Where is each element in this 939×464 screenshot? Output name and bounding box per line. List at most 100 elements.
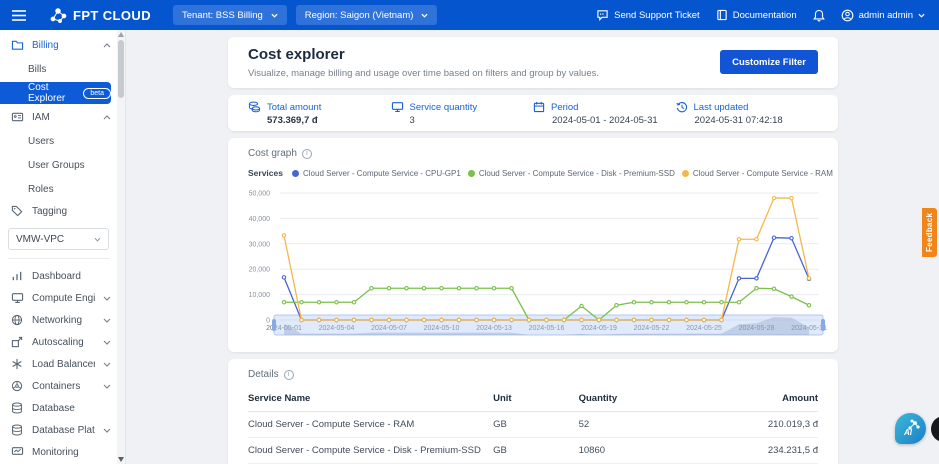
legend-dot-yellow <box>682 170 689 177</box>
stat-period: Period 2024-05-01 - 2024-05-31 <box>533 101 676 125</box>
sidebar-divider <box>8 258 109 259</box>
sidebar-item-users[interactable]: Users <box>0 130 117 152</box>
autoscaling-icon <box>10 336 24 348</box>
sidebar-item-bills[interactable]: Bills <box>0 58 117 80</box>
sidebar-item-dashboard[interactable]: Dashboard <box>0 265 117 287</box>
legend-item-disk[interactable]: Cloud Server - Compute Service - Disk - … <box>468 169 675 178</box>
cost-graph-title-row: Cost graph <box>248 148 818 159</box>
table-header-row: Service Name Unit Quantity Amount <box>248 387 818 412</box>
tenant-selector[interactable]: Tenant: BSS Billing <box>173 5 287 25</box>
coins-icon <box>248 101 261 113</box>
hamburger-menu-icon[interactable] <box>0 10 38 21</box>
edge-floating-button[interactable] <box>931 416 939 442</box>
tag-icon <box>10 205 24 217</box>
sidebar-item-autoscaling[interactable]: Autoscaling <box>0 331 117 353</box>
networking-icon <box>10 314 24 326</box>
notifications-bell-icon[interactable] <box>813 9 825 22</box>
main-content: Cost explorer Visualize, manage billing … <box>228 30 838 464</box>
sidebar-item-cost-explorer[interactable]: Cost Explorer beta <box>0 82 111 104</box>
sidebar-item-monitoring[interactable]: Monitoring <box>0 441 117 463</box>
table-row[interactable]: Cloud Server - Compute Service - Disk - … <box>248 438 818 464</box>
svg-text:30,000: 30,000 <box>249 241 271 248</box>
page-header-card: Cost explorer Visualize, manage billing … <box>228 37 838 88</box>
cost-graph-card: Cost graph Services Cloud Server - Compu… <box>228 138 838 352</box>
svg-text:20,000: 20,000 <box>249 267 271 274</box>
documentation-link[interactable]: Documentation <box>716 9 797 21</box>
caret-down-icon <box>94 237 101 242</box>
fpt-cloud-logo[interactable]: FPT CLOUD <box>50 8 151 23</box>
legend-item-ram[interactable]: Cloud Server - Compute Service - RAM <box>682 169 833 178</box>
caret-down-icon <box>271 13 278 18</box>
navbar-left: FPT CLOUD Tenant: BSS Billing Region: Sa… <box>0 5 437 25</box>
monitor-icon <box>391 101 404 113</box>
details-title: Details <box>248 369 279 380</box>
billing-icon <box>10 39 24 51</box>
dashboard-icon <box>10 270 24 282</box>
documentation-icon <box>716 9 728 21</box>
svg-text:0: 0 <box>266 318 270 325</box>
sidebar-item-database[interactable]: Database <box>0 397 117 419</box>
scroll-up-arrow[interactable] <box>118 32 124 37</box>
chart-legend: Services Cloud Server - Compute Service … <box>248 168 818 178</box>
send-support-ticket-link[interactable]: Send Support Ticket <box>596 9 700 21</box>
details-table: Service Name Unit Quantity Amount Cloud … <box>248 387 818 464</box>
brand-name: FPT CLOUD <box>73 8 151 23</box>
info-icon[interactable] <box>302 149 312 159</box>
chevron-down-icon <box>103 296 111 301</box>
containers-icon <box>10 380 24 392</box>
scrollbar-thumb[interactable] <box>118 40 124 98</box>
details-title-row: Details <box>248 369 818 380</box>
sidebar-section-billing[interactable]: Billing <box>0 34 117 56</box>
sidebar-item-containers[interactable]: Containers <box>0 375 117 397</box>
database-platform-icon <box>10 424 24 436</box>
iam-icon <box>10 111 24 123</box>
user-menu[interactable]: admin admin <box>841 9 925 22</box>
top-navbar: FPT CLOUD Tenant: BSS Billing Region: Sa… <box>0 0 939 30</box>
sidebar-section-iam[interactable]: IAM <box>0 106 117 128</box>
feedback-tab[interactable]: Feedback <box>922 208 937 257</box>
legend-dot-blue <box>292 170 299 177</box>
info-icon[interactable] <box>284 370 294 380</box>
caret-down-icon <box>421 13 428 18</box>
svg-text:50,000: 50,000 <box>249 191 271 198</box>
stat-service-quantity: Service quantity 3 <box>391 101 534 125</box>
sidebar-item-load-balancer[interactable]: Load Balancer <box>0 353 117 375</box>
col-unit: Unit <box>493 387 579 412</box>
sidebar-item-user-groups[interactable]: User Groups <box>0 154 117 176</box>
legend-item-cpu[interactable]: Cloud Server - Compute Service - CPU-GP1 <box>292 169 461 178</box>
col-amount: Amount <box>704 387 818 412</box>
sidebar-item-compute-engine[interactable]: Compute Engine <box>0 287 117 309</box>
col-quantity: Quantity <box>579 387 704 412</box>
legend-dot-green <box>468 170 475 177</box>
chevron-down-icon <box>103 362 111 367</box>
sidebar-item-roles[interactable]: Roles <box>0 178 117 200</box>
table-row[interactable]: Cloud Server - Compute Service - RAM GB … <box>248 412 818 438</box>
chevron-down-icon <box>103 318 111 323</box>
history-icon <box>676 101 688 113</box>
region-selector[interactable]: Region: Saigon (Vietnam) <box>296 5 438 25</box>
sidebar-item-database-platform[interactable]: Database Platform <box>0 419 117 441</box>
load-balancer-icon <box>10 358 24 370</box>
vpc-selector[interactable]: VMW-VPC <box>8 228 109 250</box>
total-amount-value: 573.369,7 đ <box>248 115 391 126</box>
calendar-icon <box>533 101 545 113</box>
caret-down-icon <box>918 13 925 18</box>
details-card: Details Service Name Unit Quantity Amoun… <box>228 359 838 464</box>
scroll-down-arrow[interactable] <box>118 457 124 462</box>
chevron-down-icon <box>103 384 111 389</box>
support-ticket-icon <box>596 9 609 21</box>
summary-card: Total amount 573.369,7 đ Service quantit… <box>228 95 838 131</box>
stat-total-amount: Total amount 573.369,7 đ <box>248 101 391 125</box>
beta-badge: beta <box>83 88 111 99</box>
cost-line-chart[interactable]: 010,00020,00030,00040,00050,0002024-05-0… <box>228 182 838 344</box>
svg-text:AI: AI <box>903 428 913 437</box>
sidebar-item-networking[interactable]: Networking <box>0 309 117 331</box>
ai-assistant-bubble[interactable]: AI <box>895 413 926 444</box>
stat-last-updated: Last updated 2024-05-31 07:42:18 <box>676 101 819 125</box>
user-name: admin admin <box>859 10 913 21</box>
sidebar-scrollbar[interactable] <box>117 30 125 464</box>
customize-filter-button[interactable]: Customize Filter <box>720 50 818 74</box>
sidebar-item-tagging[interactable]: Tagging <box>0 200 117 222</box>
ai-molecule-icon: AI <box>901 419 921 439</box>
compute-engine-icon <box>10 292 24 304</box>
